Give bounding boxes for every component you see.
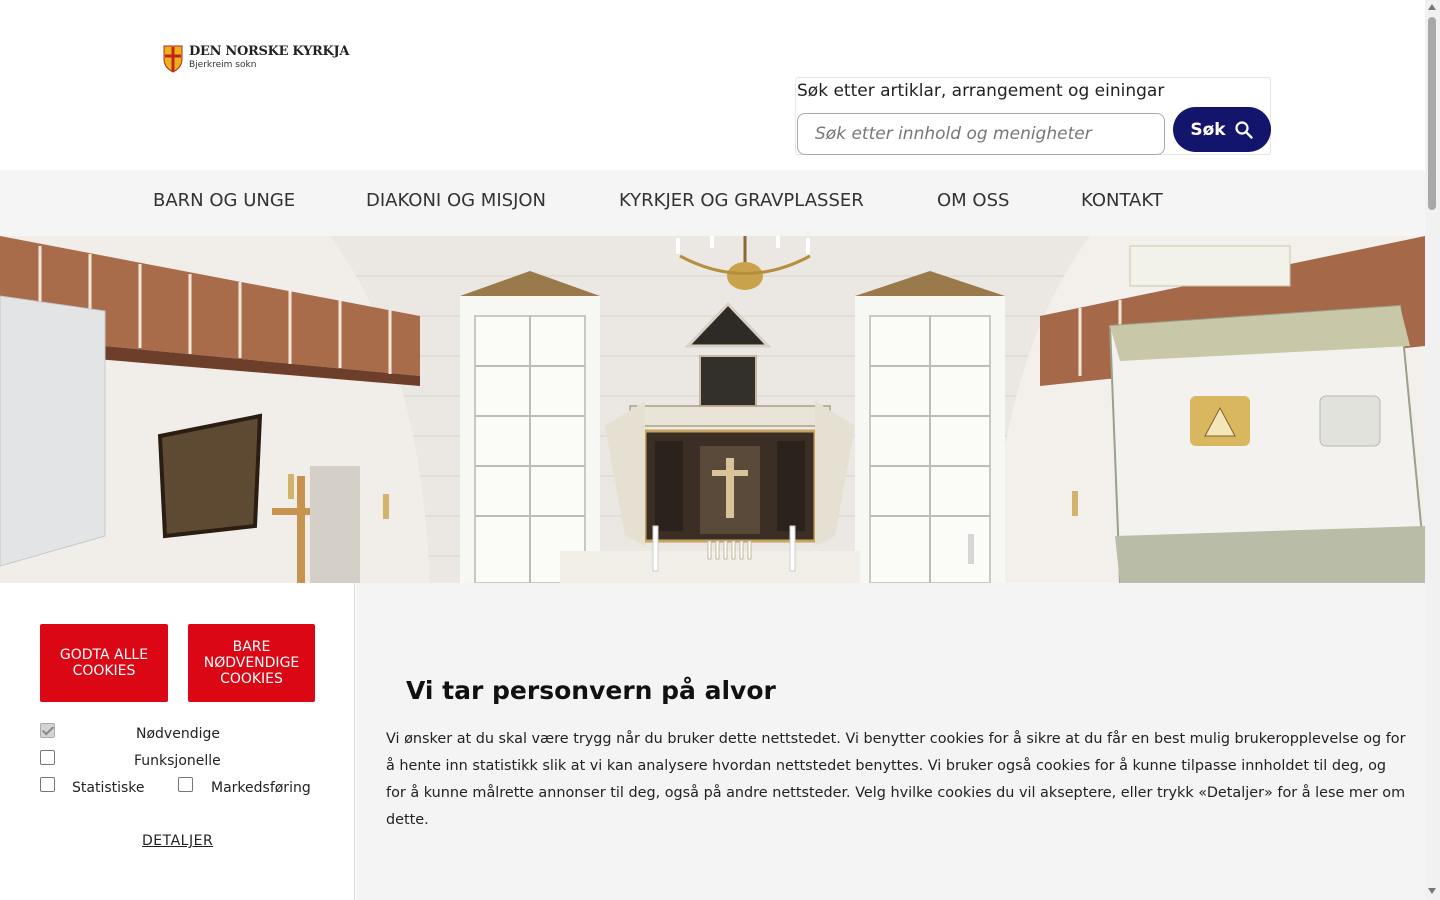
marketing-checkbox[interactable] [178,777,193,792]
nav-item-om-oss[interactable]: OM OSS [937,190,1009,211]
necessary-checkbox[interactable] [40,723,55,738]
church-interior-image [0,236,1425,583]
search-label: Søk etter artiklar, arrangement og einin… [797,81,1165,101]
cookie-description: Vi ønsker at du skal være trygg når du b… [386,731,1406,828]
scroll-thumb[interactable] [1428,17,1436,210]
search-button[interactable]: Søk [1173,107,1271,152]
logo-subtitle: Bjerkreim sokn [189,60,257,70]
statistics-label: Statistiske [72,780,145,796]
accept-all-cookies-button[interactable]: GODTA ALLE COOKIES [40,624,168,702]
hero-image [0,236,1425,583]
necessary-label: Nødvendige [136,726,220,742]
logo-text: DEN NORSKE KYRKJA Bjerkreim sokn [189,44,350,70]
search-input[interactable] [797,113,1165,155]
cookie-title: Vi tar personvern på alvor [406,676,776,705]
nav-item-barn-og-unge[interactable]: BARN OG UNGE [153,190,295,211]
main-nav: BARN OG UNGE DIAKONI OG MISJON KYRKJER O… [0,170,1425,236]
search-icon [1235,120,1253,139]
page-scrollbar[interactable] [1425,0,1440,900]
cookie-details-link[interactable]: DETALJER [142,833,213,849]
cookie-info-panel: Vi tar personvern på alvor Vi ønsker at … [356,583,1425,900]
functional-checkbox[interactable] [40,750,55,765]
cookie-settings-panel: GODTA ALLE COOKIES BARE NØDVENDIGE COOKI… [0,583,355,900]
nav-item-kyrkjer-og-gravplasser[interactable]: KYRKJER OG GRAVPLASSER [619,190,864,211]
statistics-checkbox[interactable] [40,777,55,792]
scroll-down-arrow-icon[interactable] [1428,888,1436,894]
functional-label: Funksjonelle [134,753,221,769]
nav-item-kontakt[interactable]: KONTAKT [1081,190,1163,211]
site-logo[interactable]: DEN NORSKE KYRKJA Bjerkreim sokn [163,44,350,73]
church-shield-icon [163,45,183,73]
search-button-label: Søk [1190,119,1226,140]
logo-title: DEN NORSKE KYRKJA [189,44,350,59]
search-form: Søk etter artiklar, arrangement og einin… [795,77,1271,155]
necessary-only-cookies-button[interactable]: BARE NØDVENDIGE COOKIES [188,624,315,702]
nav-item-diakoni-og-misjon[interactable]: DIAKONI OG MISJON [366,190,546,211]
scroll-up-arrow-icon[interactable] [1428,4,1436,10]
marketing-label: Markedsføring [211,780,311,796]
